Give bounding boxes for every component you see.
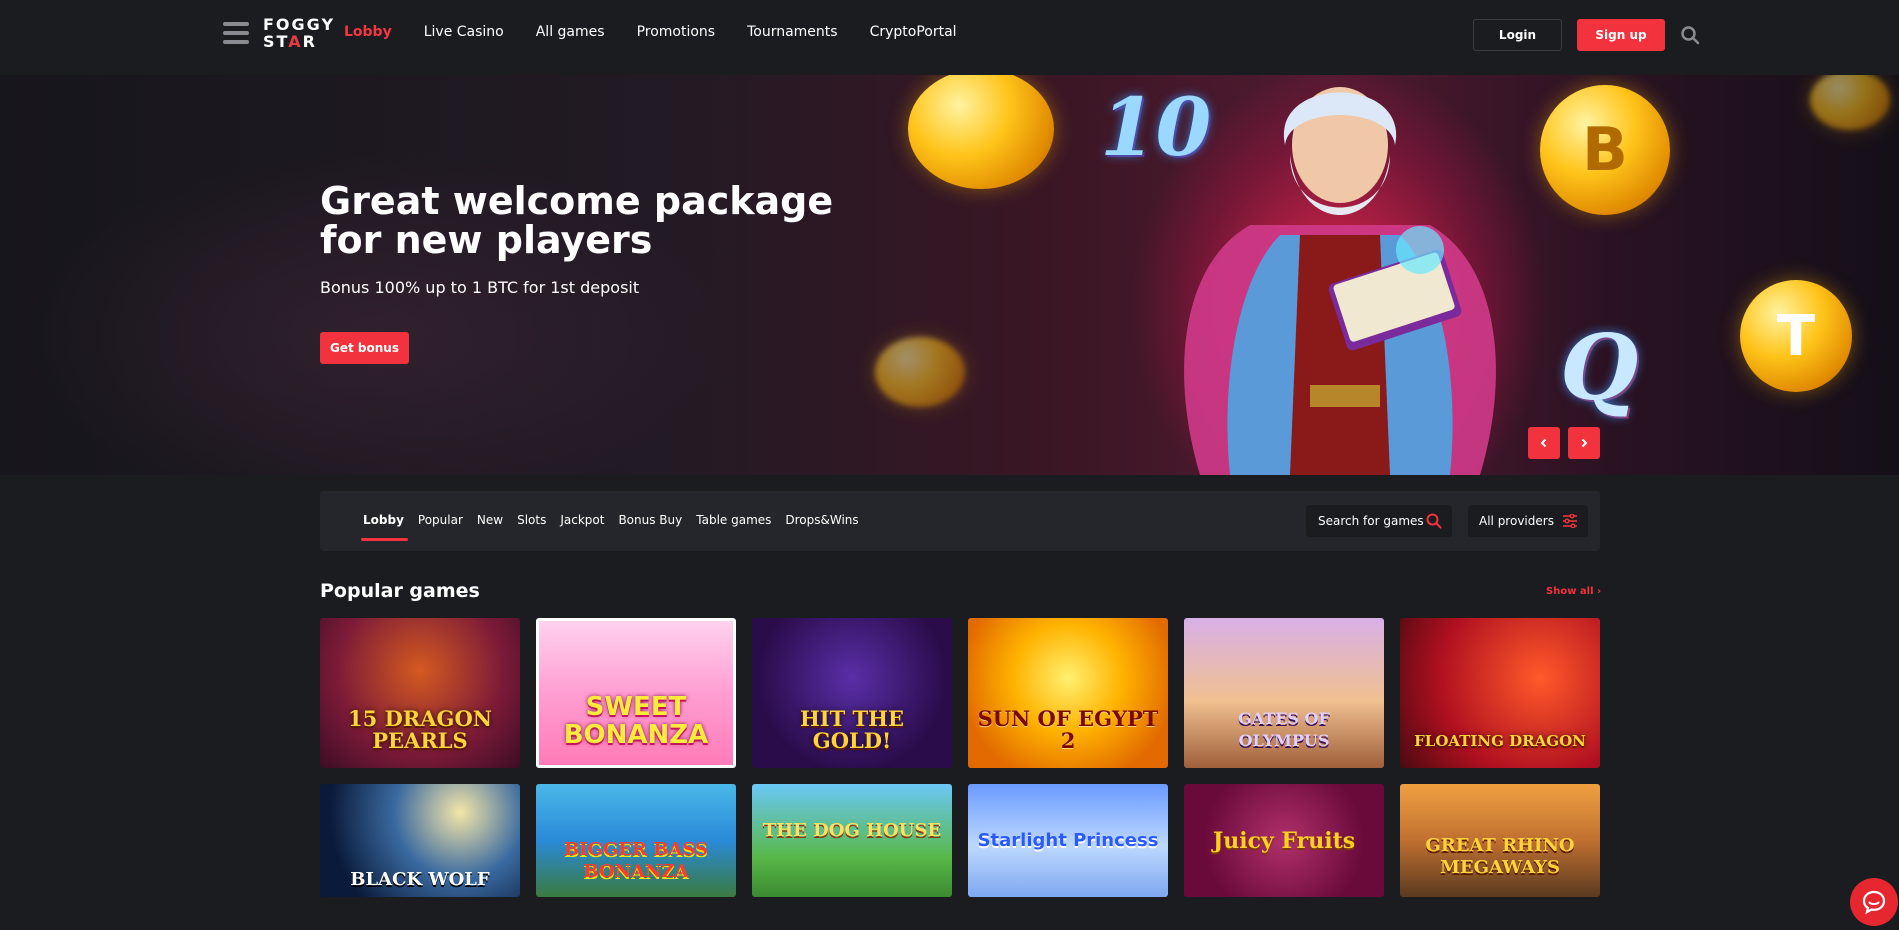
game-card[interactable]: Hit the Gold! bbox=[752, 618, 952, 768]
hero-banner: Great welcome package for new players Bo… bbox=[0, 75, 1899, 475]
filter-sliders-icon bbox=[1563, 514, 1577, 528]
live-chat-button[interactable] bbox=[1850, 878, 1898, 926]
search-icon bbox=[1426, 513, 1442, 529]
chevron-right-icon: › bbox=[1597, 586, 1602, 597]
game-card[interactable]: Black Wolf bbox=[320, 784, 520, 897]
blurred-coin-image bbox=[875, 337, 965, 407]
bitcoin-coin-image: B bbox=[1540, 85, 1670, 215]
carousel-next-button[interactable] bbox=[1568, 427, 1600, 459]
search-icon[interactable] bbox=[1680, 25, 1700, 45]
get-bonus-button[interactable]: Get bonus bbox=[320, 332, 409, 364]
game-title: Bigger Bass Bonanza bbox=[563, 839, 709, 882]
category-tabs: Lobby Popular New Slots Jackpot Bonus Bu… bbox=[361, 513, 859, 541]
game-title: Sweet Bonanza bbox=[563, 692, 709, 750]
tab-drops-wins[interactable]: Drops&Wins bbox=[785, 513, 858, 527]
game-card[interactable]: Floating Dragon bbox=[1400, 618, 1600, 768]
providers-filter-button[interactable]: All providers bbox=[1468, 505, 1588, 537]
game-title: Great Rhino Megaways bbox=[1425, 835, 1575, 878]
game-card[interactable]: Sweet Bonanza bbox=[536, 618, 736, 768]
game-title: Juicy Fruits bbox=[1212, 828, 1356, 854]
nav-tournaments[interactable]: Tournaments bbox=[747, 24, 837, 40]
tab-jackpot[interactable]: Jackpot bbox=[560, 513, 604, 527]
hamburger-menu-icon[interactable] bbox=[223, 22, 249, 46]
game-title: Floating Dragon bbox=[1414, 732, 1586, 750]
tab-table-games[interactable]: Table games bbox=[696, 513, 771, 527]
game-title: Starlight Princess bbox=[977, 830, 1159, 851]
tab-lobby[interactable]: Lobby bbox=[361, 513, 408, 541]
popular-games-grid-row-2: Black Wolf Bigger Bass Bonanza The Dog H… bbox=[320, 784, 1600, 897]
nav-all-games[interactable]: All games bbox=[536, 24, 605, 40]
search-games-input[interactable]: Search for games bbox=[1306, 505, 1452, 537]
search-games-label: Search for games bbox=[1318, 514, 1424, 528]
nav-live-casino[interactable]: Live Casino bbox=[424, 24, 504, 40]
game-title: 15 Dragon Pearls bbox=[348, 706, 492, 753]
game-card[interactable]: 15 Dragon Pearls bbox=[320, 618, 520, 768]
game-title: Hit the Gold! bbox=[799, 706, 905, 753]
main-nav: Lobby Live Casino All games Promotions T… bbox=[344, 24, 957, 40]
chevron-right-icon bbox=[1581, 438, 1588, 448]
game-card[interactable]: The Dog House bbox=[752, 784, 952, 897]
blurred-coin-image-top bbox=[1810, 75, 1890, 130]
game-card[interactable]: Sun of Egypt 2 bbox=[968, 618, 1168, 768]
top-header: FOGGY STAR Lobby Live Casino All games P… bbox=[0, 0, 1899, 69]
tether-coin-image: T bbox=[1740, 280, 1852, 392]
game-card[interactable]: Great Rhino Megaways bbox=[1400, 784, 1600, 897]
game-filter-bar: Lobby Popular New Slots Jackpot Bonus Bu… bbox=[320, 491, 1600, 551]
nav-cryptoportal[interactable]: CryptoPortal bbox=[870, 24, 957, 40]
foggy-star-logo[interactable]: FOGGY STAR bbox=[263, 16, 333, 54]
login-button[interactable]: Login bbox=[1473, 19, 1562, 51]
signup-button[interactable]: Sign up bbox=[1577, 19, 1665, 51]
game-card[interactable]: Gates of Olympus bbox=[1184, 618, 1384, 768]
nav-lobby[interactable]: Lobby bbox=[344, 24, 392, 40]
chat-bubble-icon bbox=[1862, 890, 1886, 915]
show-all-link[interactable]: Show all › bbox=[1546, 586, 1601, 597]
tab-popular[interactable]: Popular bbox=[418, 513, 463, 527]
wizard-character-image bbox=[1184, 87, 1496, 475]
game-title: Gates of Olympus bbox=[1238, 709, 1330, 750]
chevron-left-icon bbox=[1540, 438, 1547, 448]
tab-slots[interactable]: Slots bbox=[517, 513, 546, 527]
tab-new[interactable]: New bbox=[477, 513, 503, 527]
game-card[interactable]: Starlight Princess bbox=[968, 784, 1168, 897]
providers-label: All providers bbox=[1479, 514, 1554, 528]
popular-games-grid: 15 Dragon Pearls Sweet Bonanza Hit the G… bbox=[320, 618, 1600, 768]
carousel-prev-button[interactable] bbox=[1528, 427, 1560, 459]
game-card[interactable]: Juicy Fruits bbox=[1184, 784, 1384, 897]
section-title-popular-games: Popular games bbox=[320, 580, 480, 602]
game-title: The Dog House bbox=[762, 820, 942, 841]
tab-bonus-buy[interactable]: Bonus Buy bbox=[618, 513, 682, 527]
game-title: Sun of Egypt 2 bbox=[977, 706, 1159, 753]
hero-title: Great welcome package for new players bbox=[320, 179, 834, 262]
game-title: Black Wolf bbox=[350, 869, 490, 890]
hero-subtitle: Bonus 100% up to 1 BTC for 1st deposit bbox=[320, 278, 640, 297]
symbol-q-image: Q bbox=[1560, 315, 1639, 421]
ethereum-coin-image bbox=[908, 75, 1054, 189]
game-card[interactable]: Bigger Bass Bonanza bbox=[536, 784, 736, 897]
nav-promotions[interactable]: Promotions bbox=[637, 24, 716, 40]
